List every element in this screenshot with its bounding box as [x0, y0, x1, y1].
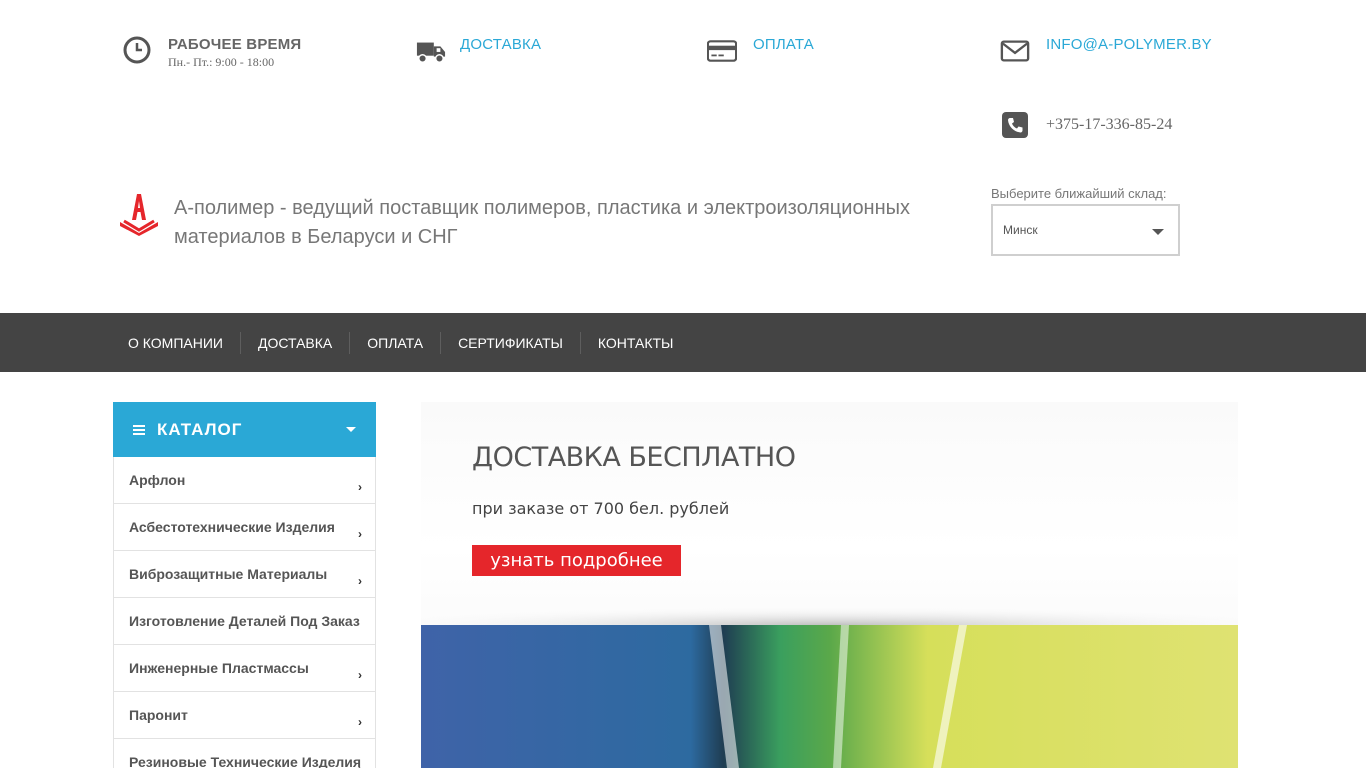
catalog-item[interactable]: Асбестотехнические Изделия ›	[114, 504, 375, 551]
store-select-label: Выберите ближайший склад:	[991, 186, 1167, 201]
catalog-item[interactable]: Изготовление Деталей Под Заказ	[114, 598, 375, 645]
catalog-item-label: Виброзащитные Материалы	[129, 566, 328, 582]
catalog-item[interactable]: Виброзащитные Материалы ›	[114, 551, 375, 598]
delivery-link-label[interactable]: ДОСТАВКА	[460, 36, 541, 53]
brand-tagline: А-полимер - ведущий поставщик полимеров,…	[174, 197, 911, 248]
menu-icon	[133, 424, 145, 435]
phone-icon	[1000, 110, 1030, 140]
email-link-label[interactable]: INFO@A-POLYMER.BY	[1046, 36, 1212, 53]
banner-graphic	[421, 592, 1238, 768]
catalog-item-label: Резиновые Технические Изделия	[129, 754, 362, 768]
working-hours-title: РАБОЧЕЕ ВРЕМЯ	[168, 36, 302, 53]
caret-down-icon	[346, 427, 356, 432]
nav-item-certificates[interactable]: СЕРТИФИКАТЫ	[441, 331, 581, 354]
catalog-item-label: Паронит	[129, 707, 188, 723]
phone-link[interactable]: +375-17-336-85-24	[1000, 110, 1172, 140]
promo-banner[interactable]: ДОСТАВКА БЕСПЛАТНО при заказе от 700 бел…	[421, 402, 1238, 768]
brand-block: А-полимер - ведущий поставщик полимеров,…	[120, 192, 934, 252]
delivery-link[interactable]: ДОСТАВКА	[416, 36, 541, 66]
store-select[interactable]: Минск	[991, 204, 1180, 256]
catalog-item-label: Изготовление Деталей Под Заказ	[129, 613, 360, 629]
top-info-bar: РАБОЧЕЕ ВРЕМЯ Пн.- Пт.: 9:00 - 18:00 ДОС…	[0, 0, 1366, 170]
banner-subtitle: при заказе от 700 бел. рублей	[472, 499, 730, 518]
catalog-sidebar: КАТАЛОГ Арфлон › Асбестотехнические Изде…	[113, 402, 376, 768]
chevron-right-icon: ›	[358, 527, 362, 541]
truck-icon	[416, 36, 446, 66]
site-logo[interactable]	[120, 192, 158, 241]
catalog-item[interactable]: Паронит ›	[114, 692, 375, 739]
chevron-right-icon: ›	[358, 574, 362, 588]
catalog-list: Арфлон › Асбестотехнические Изделия › Ви…	[113, 457, 376, 768]
payment-link[interactable]: ОПЛАТА	[707, 36, 814, 66]
phone-link-label[interactable]: +375-17-336-85-24	[1046, 116, 1172, 134]
chevron-right-icon: ›	[358, 480, 362, 494]
working-hours-value: Пн.- Пт.: 9:00 - 18:00	[168, 55, 275, 69]
banner-more-button[interactable]: узнать подробнее	[472, 545, 681, 576]
nav-item-about[interactable]: О КОМПАНИИ	[111, 331, 241, 354]
catalog-item[interactable]: Инженерные Пластмассы ›	[114, 645, 375, 692]
catalog-item-label: Асбестотехнические Изделия	[129, 519, 335, 535]
chevron-right-icon: ›	[358, 668, 362, 682]
nav-item-payment[interactable]: ОПЛАТА	[350, 331, 442, 354]
chevron-right-icon: ›	[358, 763, 362, 768]
chevron-right-icon: ›	[358, 715, 362, 729]
catalog-item-label: Арфлон	[129, 472, 186, 488]
catalog-item-label: Инженерные Пластмассы	[129, 660, 309, 676]
catalog-item[interactable]: Резиновые Технические Изделия ›	[114, 739, 375, 768]
nav-item-delivery[interactable]: ДОСТАВКА	[241, 331, 351, 354]
banner-title: ДОСТАВКА БЕСПЛАТНО	[472, 442, 796, 473]
working-hours: РАБОЧЕЕ ВРЕМЯ Пн.- Пт.: 9:00 - 18:00	[122, 35, 301, 70]
envelope-icon	[1000, 36, 1030, 66]
catalog-header[interactable]: КАТАЛОГ	[113, 402, 376, 457]
chevron-down-icon	[1152, 229, 1164, 235]
catalog-item[interactable]: Арфлон ›	[114, 457, 375, 504]
email-link[interactable]: INFO@A-POLYMER.BY	[1000, 36, 1212, 66]
nav-item-contacts[interactable]: КОНТАКТЫ	[581, 332, 691, 354]
payment-link-label[interactable]: ОПЛАТА	[753, 36, 814, 53]
clock-icon	[122, 35, 152, 65]
store-select-value: Минск	[1003, 223, 1038, 237]
main-nav: О КОМПАНИИ ДОСТАВКА ОПЛАТА СЕРТИФИКАТЫ К…	[0, 313, 1366, 372]
catalog-title: КАТАЛОГ	[157, 419, 243, 439]
credit-card-icon	[707, 36, 737, 66]
